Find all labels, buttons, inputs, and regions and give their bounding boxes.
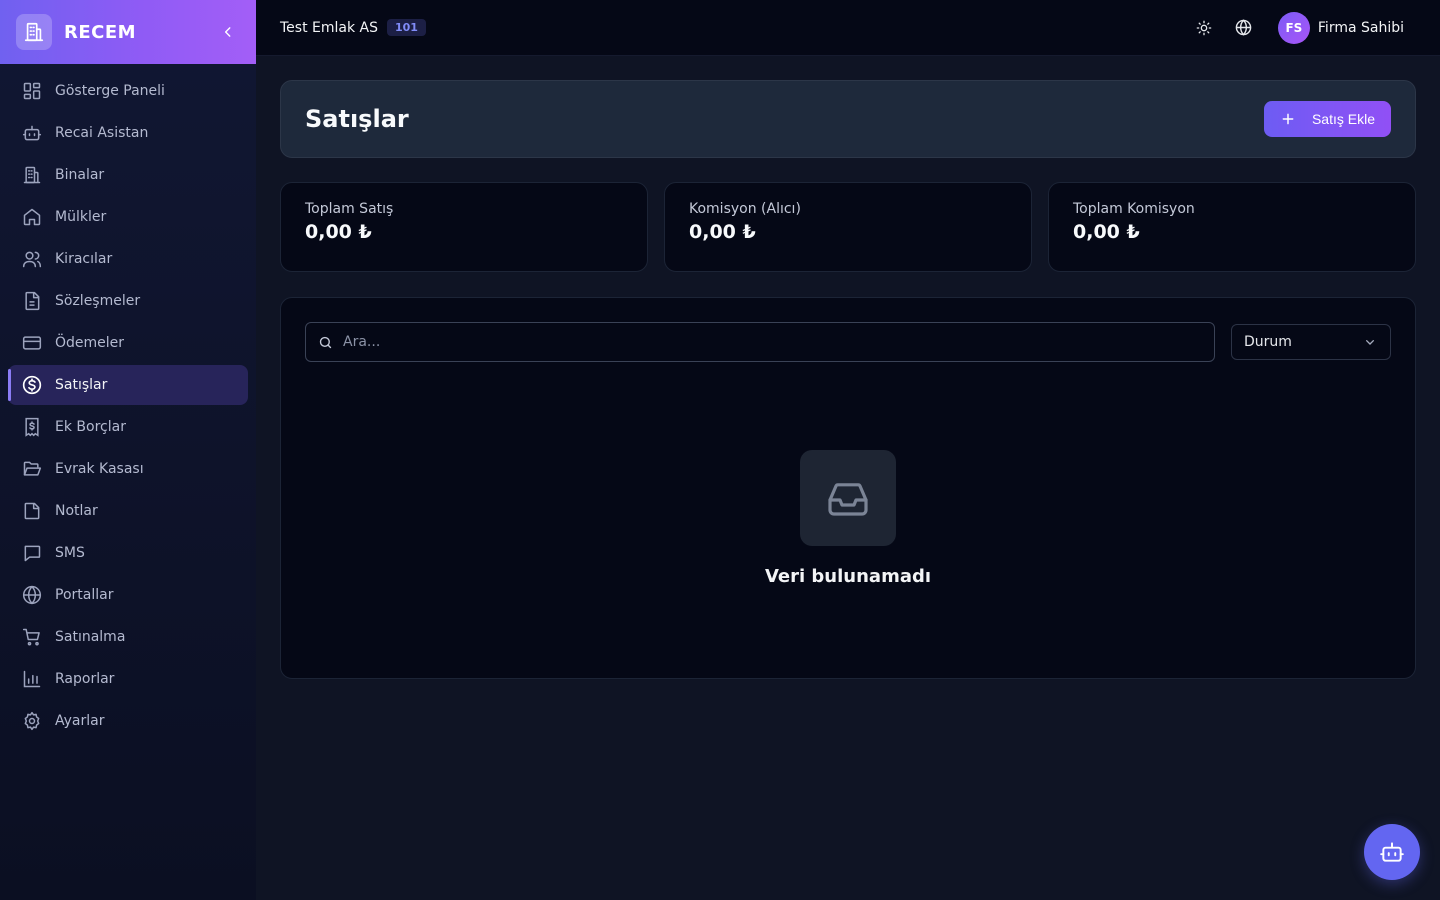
user-name: Firma Sahibi (1317, 19, 1404, 36)
bot-icon (1379, 839, 1405, 865)
sidebar-item-properties[interactable]: Mülkler (8, 197, 248, 237)
stat-label: Toplam Satış (305, 201, 394, 217)
sidebar-item-label: Ödemeler (55, 335, 125, 351)
cart-icon (22, 627, 42, 647)
status-select-value: Durum (1244, 334, 1292, 350)
sidebar-item-payments[interactable]: Ödemeler (8, 323, 248, 363)
sidebar-item-label: Evrak Kasası (55, 461, 144, 477)
stats-row: Toplam Satış 0,00 ₺ Komisyon (Alıcı) 0,0… (280, 182, 1416, 272)
sidebar-item-settings[interactable]: Ayarlar (8, 701, 248, 741)
main-content: Satışlar Satış Ekle Toplam Satış 0,00 ₺ … (280, 80, 1416, 679)
brand-header: RECEM (0, 0, 256, 64)
sun-icon[interactable] (1184, 8, 1224, 48)
assistant-fab[interactable] (1364, 824, 1420, 880)
chevron-down-icon (1362, 334, 1378, 350)
stat-card-total-commission: Toplam Komisyon 0,00 ₺ (1048, 182, 1416, 272)
sidebar-item-sms[interactable]: SMS (8, 533, 248, 573)
sidebar-item-label: Ek Borçlar (55, 419, 126, 435)
sidebar-item-label: SMS (55, 545, 85, 561)
empty-state: Veri bulunamadı (281, 450, 1415, 587)
sidebar: RECEM Gösterge Paneli Recai Asistan Bina… (0, 0, 256, 900)
avatar: FS (1277, 11, 1310, 44)
inbox-icon (800, 450, 896, 546)
sidebar-item-document-vault[interactable]: Evrak Kasası (8, 449, 248, 489)
sidebar-item-purchasing[interactable]: Satınalma (8, 617, 248, 657)
credit-card-icon (22, 333, 42, 353)
bar-chart-icon (22, 669, 42, 689)
sidebar-item-label: Sözleşmeler (55, 293, 141, 309)
stat-card-total-sales: Toplam Satış 0,00 ₺ (280, 182, 648, 272)
sidebar-item-notes[interactable]: Notlar (8, 491, 248, 531)
page-title: Satışlar (305, 105, 409, 133)
chevron-left-icon[interactable] (216, 20, 240, 44)
stat-value: 0,00 ₺ (1073, 221, 1140, 243)
stat-value: 0,00 ₺ (689, 221, 756, 243)
sidebar-item-label: Binalar (55, 167, 105, 183)
sales-table-card: Durum Veri bulunamadı (280, 297, 1416, 679)
stat-value: 0,00 ₺ (305, 221, 372, 243)
topbar-actions: FS Firma Sahibi (1184, 8, 1416, 48)
sticky-note-icon (22, 501, 42, 521)
sidebar-item-extra-debts[interactable]: Ek Borçlar (8, 407, 248, 447)
sidebar-item-label: Portallar (55, 587, 114, 603)
filter-bar: Durum (305, 322, 1391, 362)
empty-state-text: Veri bulunamadı (764, 566, 932, 587)
dollar-circle-icon (22, 375, 42, 395)
sidebar-item-label: Ayarlar (55, 713, 105, 729)
globe-icon[interactable] (1224, 8, 1264, 48)
user-menu[interactable]: FS Firma Sahibi (1277, 11, 1416, 44)
search-input[interactable] (343, 334, 1183, 350)
sidebar-item-label: Notlar (55, 503, 98, 519)
sidebar-nav: Gösterge Paneli Recai Asistan Binalar Mü… (0, 64, 256, 741)
users-icon (22, 249, 42, 269)
sidebar-item-buildings[interactable]: Binalar (8, 155, 248, 195)
sidebar-item-label: Gösterge Paneli (55, 83, 165, 99)
add-sale-label: Satış Ekle (1311, 111, 1375, 127)
add-sale-button[interactable]: Satış Ekle (1263, 101, 1391, 137)
sidebar-item-label: Satışlar (55, 377, 108, 393)
sidebar-item-label: Mülkler (55, 209, 107, 225)
folder-open-icon (22, 459, 42, 479)
sidebar-item-assistant[interactable]: Recai Asistan (8, 113, 248, 153)
message-icon (22, 543, 42, 563)
sidebar-item-label: Recai Asistan (55, 125, 149, 141)
sidebar-item-sales[interactable]: Satışlar (8, 365, 248, 405)
topbar: Test Emlak AS 101 FS Firma Sahibi (256, 0, 1440, 56)
dashboard-icon (22, 81, 42, 101)
sidebar-item-contracts[interactable]: Sözleşmeler (8, 281, 248, 321)
search-icon (318, 335, 333, 350)
status-select[interactable]: Durum (1231, 324, 1391, 360)
sidebar-item-label: Satınalma (55, 629, 126, 645)
sidebar-item-dashboard[interactable]: Gösterge Paneli (8, 71, 248, 111)
home-icon (22, 207, 42, 227)
page-header: Satışlar Satış Ekle (280, 80, 1416, 158)
gear-icon (22, 711, 42, 731)
receipt-icon (22, 417, 42, 437)
stat-label: Toplam Komisyon (1073, 201, 1195, 217)
company-name: Test Emlak AS (280, 19, 378, 36)
plus-icon (1280, 111, 1296, 127)
brand-name: RECEM (64, 21, 137, 43)
document-icon (22, 291, 42, 311)
sidebar-item-portals[interactable]: Portallar (8, 575, 248, 615)
sidebar-item-label: Raporlar (55, 671, 115, 687)
globe-icon (22, 585, 42, 605)
building-icon (22, 165, 42, 185)
sidebar-item-label: Kiracılar (55, 251, 113, 267)
sidebar-item-reports[interactable]: Raporlar (8, 659, 248, 699)
stat-card-buyer-commission: Komisyon (Alıcı) 0,00 ₺ (664, 182, 1032, 272)
sidebar-item-tenants[interactable]: Kiracılar (8, 239, 248, 279)
building-icon (16, 14, 52, 50)
company-code-badge: 101 (387, 19, 426, 36)
stat-label: Komisyon (Alıcı) (689, 201, 801, 217)
bot-icon (22, 123, 42, 143)
search-box (305, 322, 1215, 362)
